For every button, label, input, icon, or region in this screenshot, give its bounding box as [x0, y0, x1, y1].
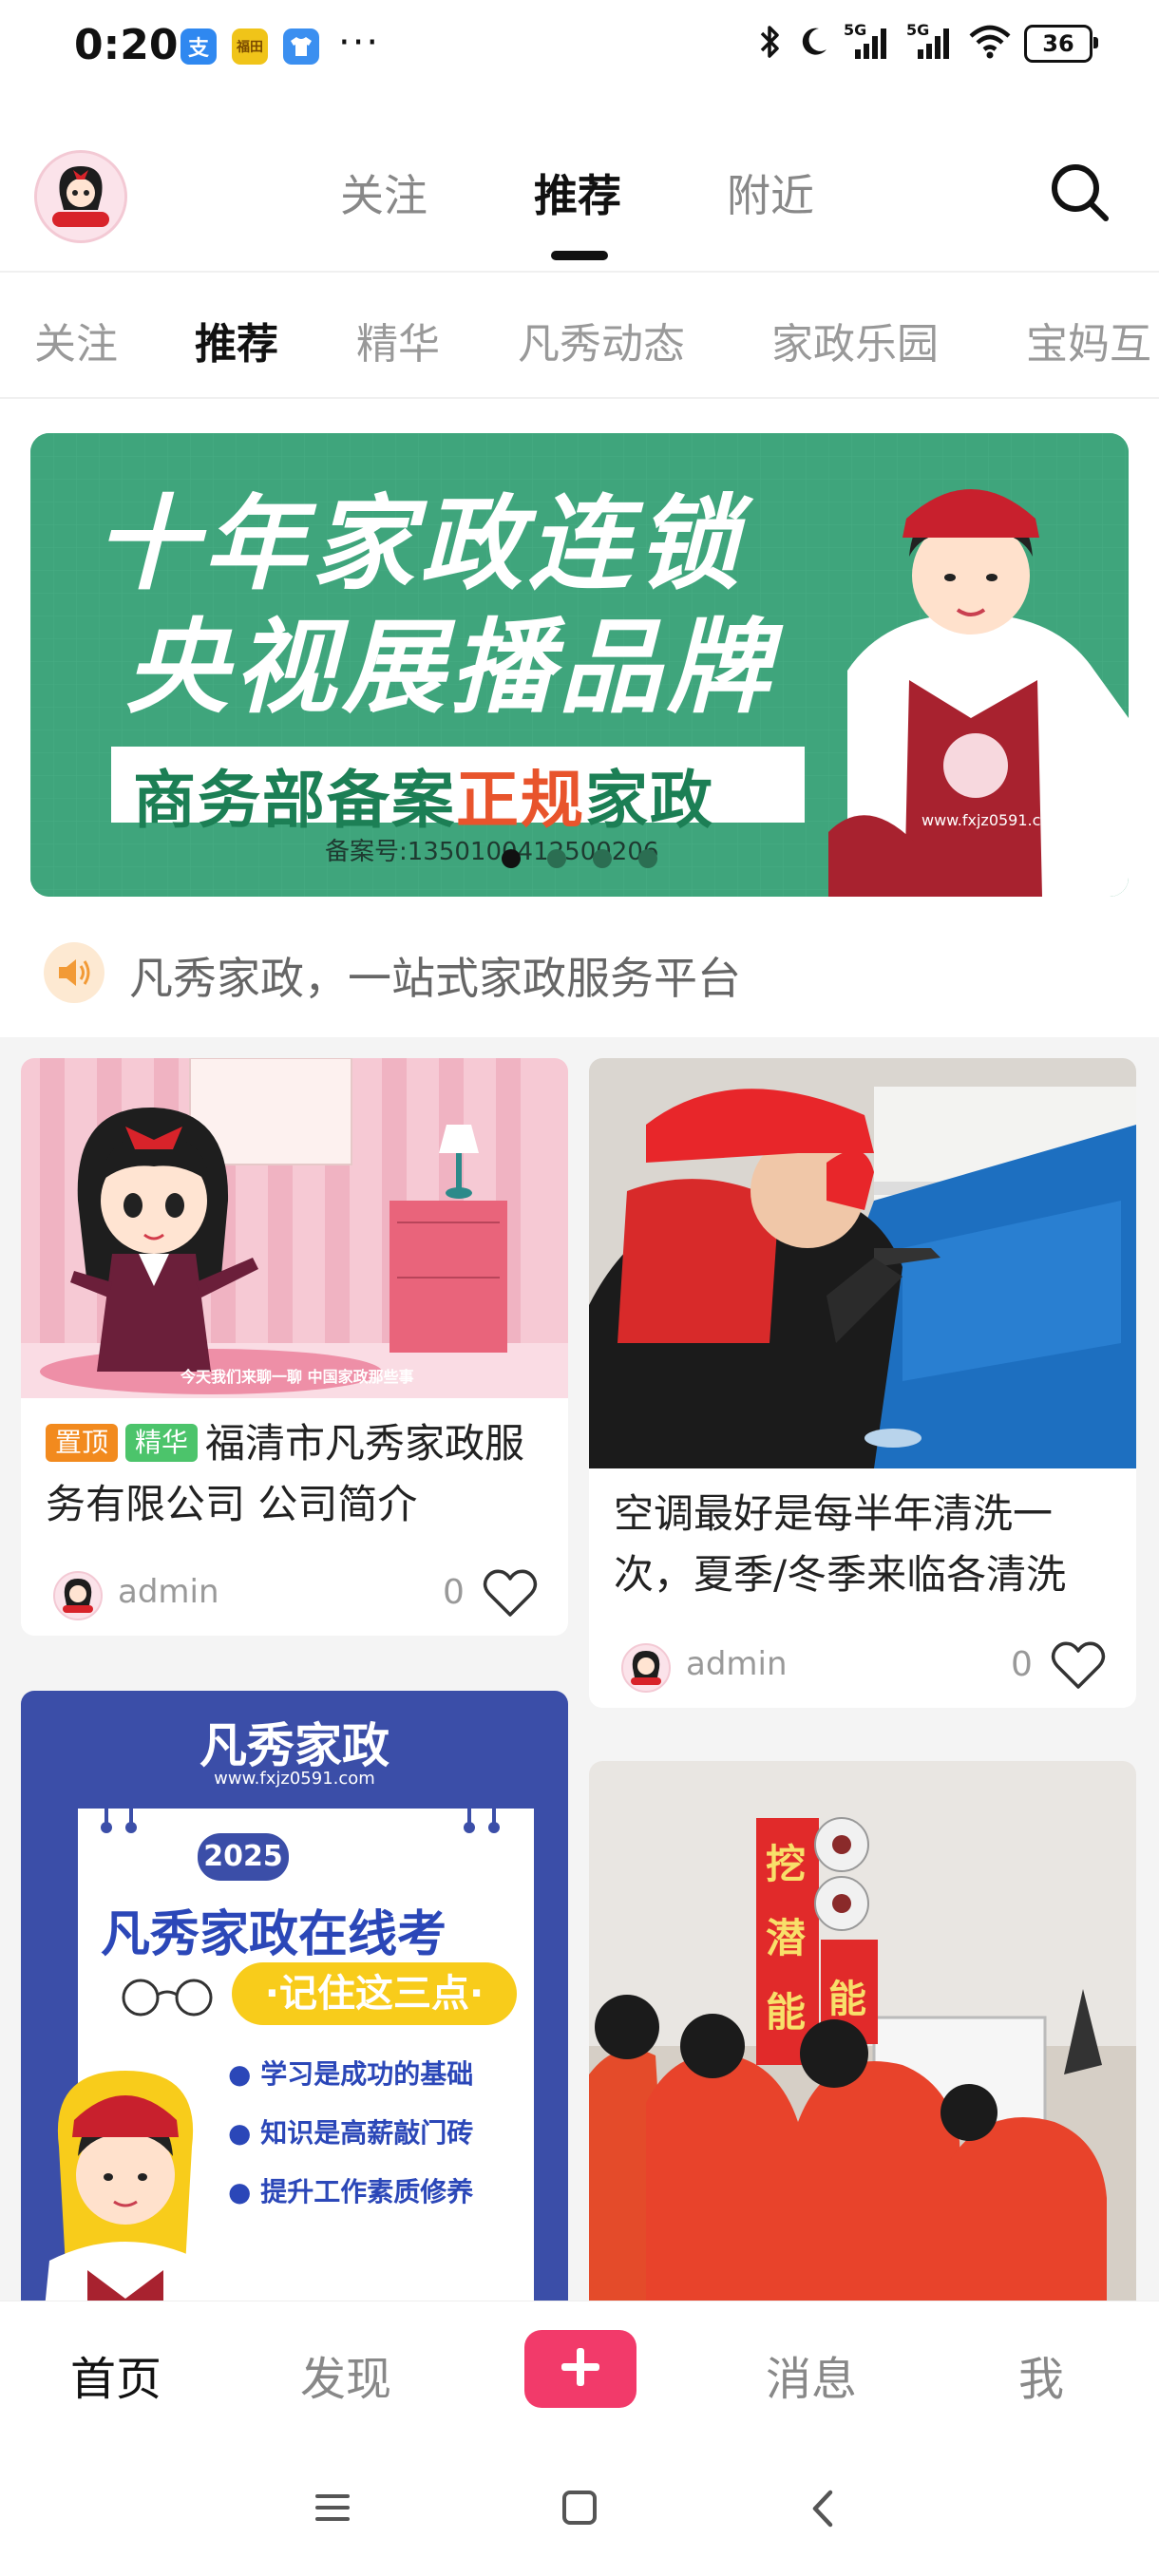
- bluetooth-icon: [758, 23, 783, 65]
- tab-nearby[interactable]: 附近: [727, 161, 814, 224]
- carousel-dot-2[interactable]: [547, 849, 566, 868]
- status-bar: 0:20 支 福田 ··· 5G 5G 36: [0, 0, 1159, 104]
- carousel-dot-1[interactable]: [502, 849, 521, 868]
- heart-icon[interactable]: [1051, 1639, 1106, 1695]
- author-avatar[interactable]: [621, 1643, 671, 1693]
- like-count: 0: [443, 1573, 465, 1612]
- active-tab-indicator: [551, 251, 608, 260]
- alipay-icon: 支: [180, 28, 217, 65]
- category-divider: [0, 397, 1159, 399]
- menu-icon[interactable]: [314, 2491, 352, 2529]
- more-notifications-icon: ···: [338, 21, 381, 65]
- tshirt-app-icon: [283, 28, 319, 65]
- home-icon[interactable]: [560, 2489, 598, 2530]
- signal-icon-2: 5G: [906, 21, 956, 63]
- nav-discover[interactable]: 发现: [300, 2341, 391, 2408]
- signal-icon-1: 5G: [844, 21, 893, 63]
- heart-icon[interactable]: [483, 1567, 538, 1622]
- bottom-nav: 首页 发现 消息 我: [0, 2301, 1159, 2444]
- poster-title: 凡秀家政: [200, 1718, 390, 1773]
- back-icon[interactable]: [809, 2489, 838, 2532]
- photo-banner-text: 挖潜能: [766, 1841, 807, 2036]
- author-name[interactable]: admin: [686, 1645, 788, 1683]
- status-indicators: 5G 5G 36: [758, 21, 1098, 65]
- post-card[interactable]: 空调最好是每半年清洗一次，夏季/冬季来临各清洗 admin 0: [589, 1058, 1136, 1708]
- category-featured[interactable]: 精华: [356, 310, 440, 370]
- tag-pinned: 置顶: [46, 1424, 119, 1462]
- battery-icon: 36: [1024, 25, 1098, 63]
- moon-icon: [796, 25, 830, 63]
- category-housekeeping-park[interactable]: 家政乐园: [771, 310, 939, 370]
- image-caption: 今天我们来聊一聊 中国家政那些事: [180, 1368, 414, 1386]
- speaker-icon: [44, 942, 104, 1003]
- carousel-dot-3[interactable]: [593, 849, 612, 868]
- author-name[interactable]: admin: [118, 1573, 219, 1611]
- category-fanxiu-news[interactable]: 凡秀动态: [518, 310, 685, 370]
- banner-apron-url: www.fxjz0591.com: [922, 811, 1065, 829]
- carousel-dot-4[interactable]: [638, 849, 657, 868]
- poster-heading: 凡秀家政在线考: [101, 1906, 447, 1963]
- banner-strip-text: 商务部备案正规家政: [133, 764, 714, 837]
- post-card[interactable]: 凡秀家政 www.fxjz0591.com 2025 凡秀家政在线考 ·记住这三…: [21, 1691, 568, 2301]
- post-title: 空调最好是每半年清洗一次，夏季/冬季来临各清洗: [614, 1490, 1067, 1598]
- tag-featured: 精华: [125, 1424, 199, 1462]
- glasses-icon: [112, 1974, 226, 2025]
- post-card[interactable]: 挖潜能 能: [589, 1761, 1136, 2301]
- poster-point-2: ● 知识是高薪敲门砖: [228, 2117, 474, 2149]
- create-post-button[interactable]: [524, 2330, 636, 2408]
- category-mom-community[interactable]: 宝妈互: [1026, 310, 1151, 370]
- binder-rings: [87, 1786, 524, 1837]
- system-navigation-bar: [0, 2443, 1159, 2576]
- tab-follow[interactable]: 关注: [340, 161, 428, 224]
- nav-messages[interactable]: 消息: [766, 2341, 857, 2408]
- post-card[interactable]: 今天我们来聊一聊 中国家政那些事 置顶 精华 福清市凡秀家政服务有限公司 公司简介 …: [21, 1058, 568, 1636]
- promo-banner[interactable]: 十年家政连锁 央视展播品牌 商务部备案正规家政 备案号:135010041250…: [30, 433, 1129, 897]
- nav-home[interactable]: 首页: [70, 2341, 162, 2408]
- status-time: 0:20: [74, 21, 179, 69]
- tab-recommend[interactable]: 推荐: [534, 161, 621, 224]
- category-follow[interactable]: 关注: [34, 310, 118, 370]
- post-title: 置顶 精华 福清市凡秀家政服务有限公司 公司简介: [46, 1420, 525, 1527]
- wifi-icon: [969, 25, 1011, 63]
- announcement-text[interactable]: 凡秀家政，一站式家政服务平台: [129, 944, 741, 1007]
- search-icon[interactable]: [1049, 161, 1112, 228]
- author-avatar[interactable]: [53, 1571, 103, 1620]
- profile-avatar[interactable]: [34, 150, 127, 243]
- post-feed: 今天我们来聊一聊 中国家政那些事 置顶 精华 福清市凡秀家政服务有限公司 公司简介 …: [0, 1037, 1159, 2301]
- plus-icon: [558, 2344, 603, 2394]
- poster-pill: ·记住这三点·: [232, 1962, 517, 2025]
- poster-point-1: ● 学习是成功的基础: [228, 2058, 474, 2090]
- app-icon: 福田: [232, 28, 268, 65]
- like-count: 0: [1011, 1645, 1033, 1684]
- nav-me[interactable]: 我: [1018, 2341, 1064, 2408]
- header-divider: [0, 271, 1159, 273]
- banner-headline-2: 央视展播品牌: [125, 609, 776, 728]
- category-recommend[interactable]: 推荐: [195, 310, 278, 370]
- poster-point-3: ● 提升工作素质修养: [228, 2176, 474, 2207]
- poster-year: 2025: [198, 1833, 289, 1881]
- poster-spokesperson: [45, 2071, 206, 2301]
- photo-banner-text-right: 能: [828, 1978, 866, 2021]
